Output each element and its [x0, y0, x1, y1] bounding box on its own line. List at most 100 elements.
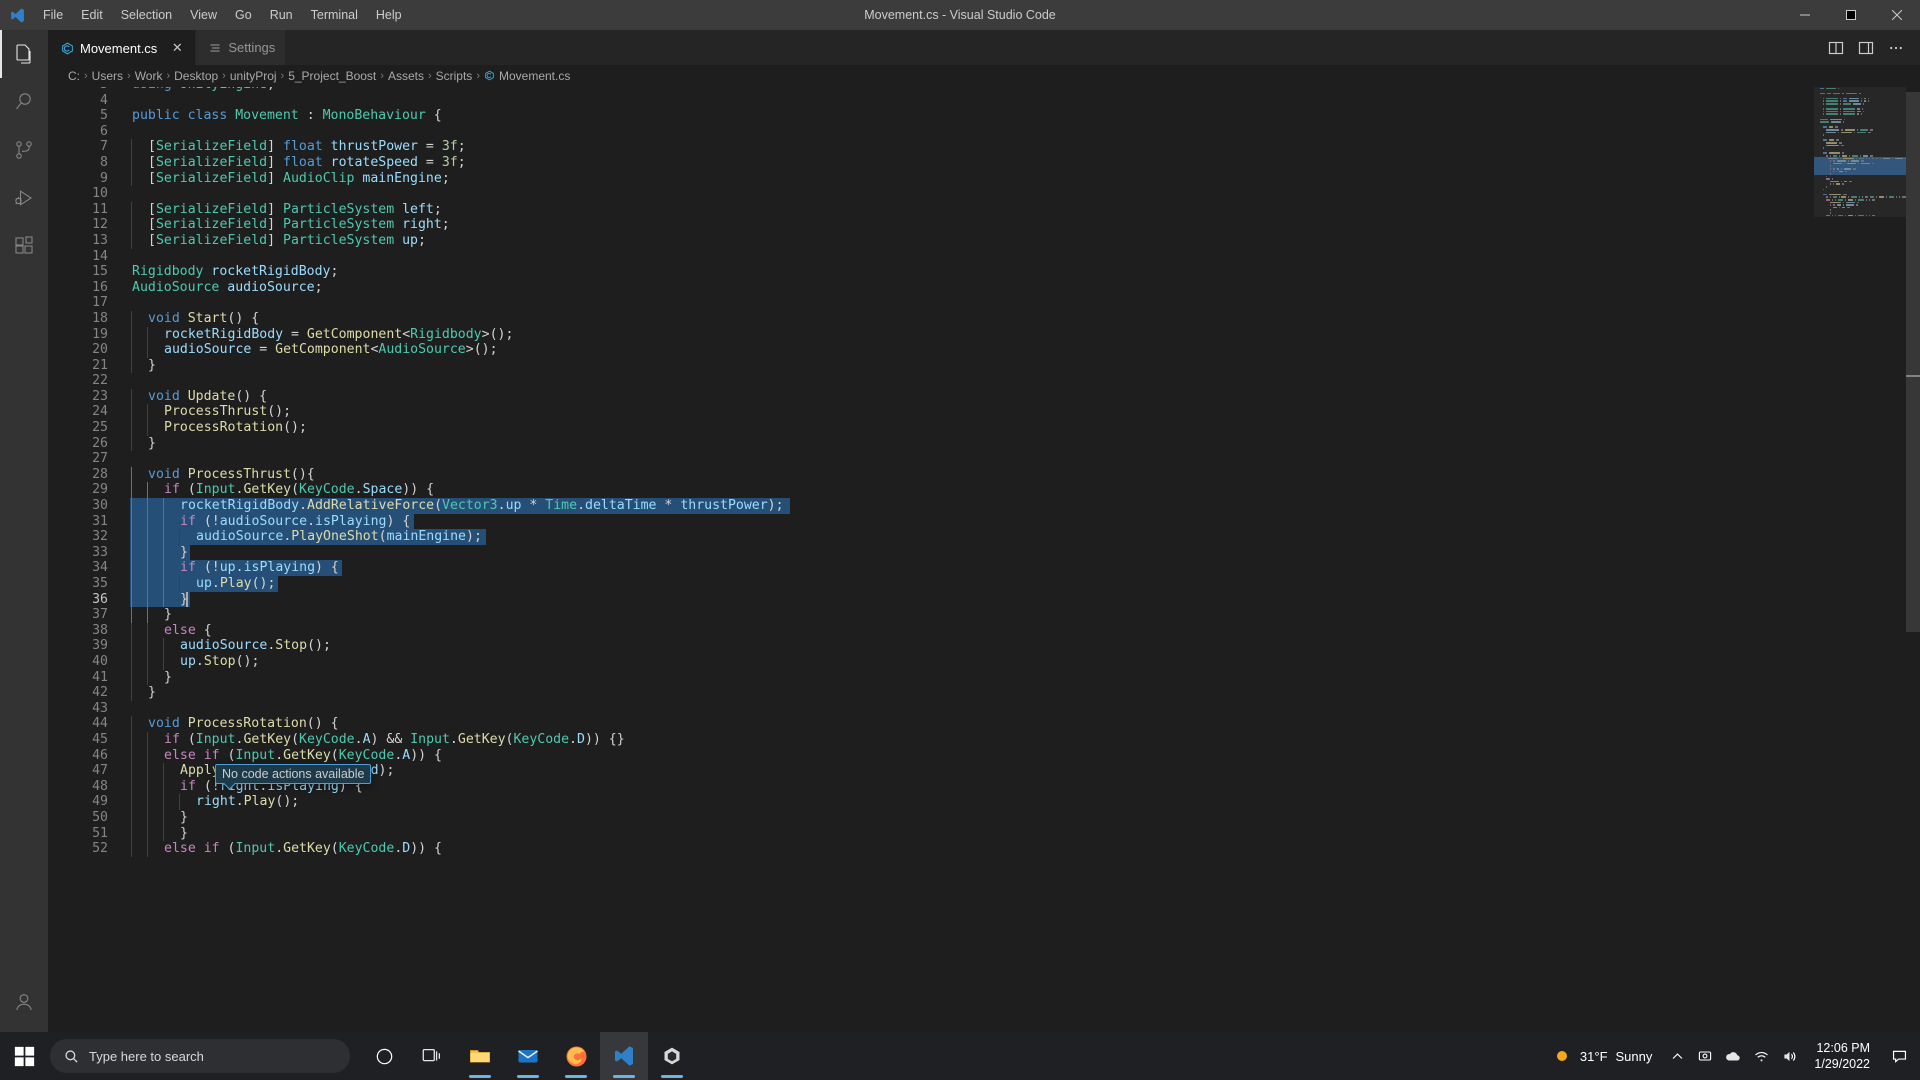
code-line[interactable]: 27 [48, 451, 1920, 467]
editor-vertical-scrollbar[interactable] [1906, 87, 1920, 1058]
sidebar-item-source-control[interactable] [0, 126, 48, 174]
sidebar-item-explorer[interactable] [0, 30, 48, 78]
tray-onedrive[interactable] [1692, 1032, 1718, 1080]
code-line[interactable]: 7 [SerializeField] float thrustPower = 3f… [48, 139, 1920, 155]
code-line[interactable]: 10 [48, 186, 1920, 202]
code-line[interactable]: 18 void Start() { [48, 310, 1920, 327]
line-content[interactable]: } [130, 591, 1920, 608]
code-line[interactable]: 50} [48, 809, 1920, 826]
line-content[interactable]: if (!audioSource.isPlaying) { [130, 513, 1920, 530]
ellipsis-icon[interactable] [1882, 33, 1910, 63]
code-line[interactable]: 33} [48, 544, 1920, 561]
line-content[interactable] [130, 295, 1920, 311]
code-line[interactable]: 21} [48, 357, 1920, 374]
code-line[interactable]: 52 else if (Input.GetKey(KeyCode.D)) { [48, 841, 1920, 857]
line-content[interactable]: else if (Input.GetKey(KeyCode.D)) { [130, 841, 1920, 857]
taskbar-firefox[interactable] [552, 1032, 600, 1080]
menu-help[interactable]: Help [367, 0, 411, 30]
line-content[interactable]: void ProcessRotation() { [130, 716, 1920, 732]
code-line[interactable]: 35 up.Play(); [48, 576, 1920, 592]
code-line[interactable]: 11 [SerializeField] ParticleSystem left; [48, 201, 1920, 218]
code-line[interactable]: 31 if (!audioSource.isPlaying) { [48, 513, 1920, 530]
menu-edit[interactable]: Edit [72, 0, 112, 30]
taskbar-weather[interactable]: 31°F Sunny [1542, 1032, 1662, 1080]
line-content[interactable]: } [130, 544, 1920, 561]
line-content[interactable]: else if (Input.GetKey(KeyCode.A)) { [130, 747, 1920, 764]
line-content[interactable] [130, 93, 1920, 109]
taskbar-search-box[interactable]: Type here to search [50, 1039, 350, 1073]
code-line[interactable]: 15 Rigidbody rocketRigidBody; [48, 264, 1920, 280]
code-line[interactable]: 30 rocketRigidBody.AddRelativeForce(Vecto… [48, 498, 1920, 514]
maximize-button[interactable] [1828, 0, 1874, 30]
line-content[interactable]: public class Movement : MonoBehaviour { [130, 108, 1920, 124]
line-content[interactable]: ProcessRotation(); [130, 420, 1920, 436]
breadcrumb-segment-movement-cs[interactable]: Movement.cs [484, 69, 570, 83]
breadcrumb-segment-desktop[interactable]: Desktop [174, 69, 218, 83]
code-line[interactable]: 19 rocketRigidBody = GetComponent<Rigidbo… [48, 326, 1920, 343]
code-line[interactable]: 32 audioSource.PlayOneShot(mainEngine); [48, 529, 1920, 545]
line-content[interactable]: [SerializeField] float thrustPower = 3f; [130, 139, 1920, 155]
minimize-button[interactable] [1782, 0, 1828, 30]
code-line[interactable]: 4 [48, 93, 1920, 109]
menu-go[interactable]: Go [226, 0, 261, 30]
tab-movement-cs[interactable]: Movement.cs ✕ [48, 30, 197, 65]
line-content[interactable]: } [130, 825, 1920, 842]
line-content[interactable] [130, 701, 1920, 717]
code-line[interactable]: 46 else if (Input.GetKey(KeyCode.A)) { [48, 747, 1920, 764]
code-line[interactable]: 44 void ProcessRotation() { [48, 716, 1920, 732]
sidebar-item-run-and-debug[interactable] [0, 174, 48, 222]
line-content[interactable]: void Update() { [130, 388, 1920, 405]
line-content[interactable]: } [130, 685, 1920, 701]
line-content[interactable]: void Start() { [130, 310, 1920, 327]
code-content[interactable]: 3using UnityEngine;45public class Moveme… [48, 87, 1920, 857]
line-content[interactable]: if (Input.GetKey(KeyCode.Space)) { [130, 482, 1920, 499]
line-content[interactable]: } [130, 357, 1920, 374]
code-line[interactable]: 28 void ProcessThrust(){ [48, 466, 1920, 483]
code-line[interactable]: 16 AudioSource audioSource; [48, 280, 1920, 296]
line-content[interactable] [130, 124, 1920, 140]
taskbar-mail[interactable] [504, 1032, 552, 1080]
taskbar-clock[interactable]: 12:06 PM 1/29/2022 [1804, 1032, 1880, 1080]
notification-center-button[interactable] [1882, 1032, 1916, 1080]
line-content[interactable]: up.Play(); [130, 576, 1920, 592]
menu-run[interactable]: Run [261, 0, 302, 30]
code-line[interactable]: 29 if (Input.GetKey(KeyCode.Space)) { [48, 482, 1920, 499]
code-line[interactable]: 22 [48, 373, 1920, 389]
line-content[interactable]: [SerializeField] AudioClip mainEngine; [130, 170, 1920, 187]
code-line[interactable]: 49 right.Play(); [48, 794, 1920, 810]
split-editor-icon[interactable] [1822, 33, 1850, 63]
code-line[interactable]: 37} [48, 607, 1920, 623]
line-content[interactable]: audioSource.PlayOneShot(mainEngine); [130, 529, 1920, 545]
line-content[interactable]: audioSource = GetComponent<AudioSource>(… [130, 342, 1920, 358]
line-content[interactable] [130, 451, 1920, 467]
breadcrumb-segment-users[interactable]: Users [92, 69, 123, 83]
line-content[interactable]: ApplyRotation(rotateSpeed); [130, 763, 1920, 779]
code-line[interactable]: 43 [48, 701, 1920, 717]
layout-panel-icon[interactable] [1852, 33, 1880, 63]
line-content[interactable]: up.Stop(); [130, 653, 1920, 670]
taskbar-visual-studio-code[interactable] [600, 1032, 648, 1080]
code-line[interactable]: 25 ProcessRotation(); [48, 420, 1920, 436]
taskbar-cortana[interactable] [360, 1032, 408, 1080]
line-content[interactable]: AudioSource audioSource; [130, 280, 1920, 296]
code-line[interactable]: 23 void Update() { [48, 388, 1920, 405]
code-line[interactable]: 38 else { [48, 622, 1920, 639]
tray-network[interactable] [1748, 1032, 1774, 1080]
line-content[interactable]: rocketRigidBody = GetComponent<Rigidbody… [130, 326, 1920, 343]
code-line[interactable]: 14 [48, 249, 1920, 265]
code-line[interactable]: 8 [SerializeField] float rotateSpeed = 3f… [48, 154, 1920, 171]
line-content[interactable]: [SerializeField] ParticleSystem up; [130, 232, 1920, 249]
code-scroll-area[interactable]: 3using UnityEngine;45public class Moveme… [48, 87, 1920, 1058]
code-line[interactable]: 40 up.Stop(); [48, 653, 1920, 670]
line-content[interactable]: } [130, 809, 1920, 826]
breadcrumb-segment-scripts[interactable]: Scripts [436, 69, 473, 83]
breadcrumb-segment-unityproj[interactable]: unityProj [230, 69, 277, 83]
line-content[interactable]: rocketRigidBody.AddRelativeForce(Vector3… [130, 498, 1920, 514]
menu-selection[interactable]: Selection [112, 0, 181, 30]
line-content[interactable]: } [130, 607, 1920, 623]
code-line[interactable]: 20 audioSource = GetComponent<AudioSource… [48, 342, 1920, 358]
breadcrumb-segment-c-[interactable]: C: [68, 69, 80, 83]
code-line[interactable]: 42} [48, 685, 1920, 701]
line-content[interactable]: Rigidbody rocketRigidBody; [130, 264, 1920, 280]
line-content[interactable]: } [130, 435, 1920, 452]
